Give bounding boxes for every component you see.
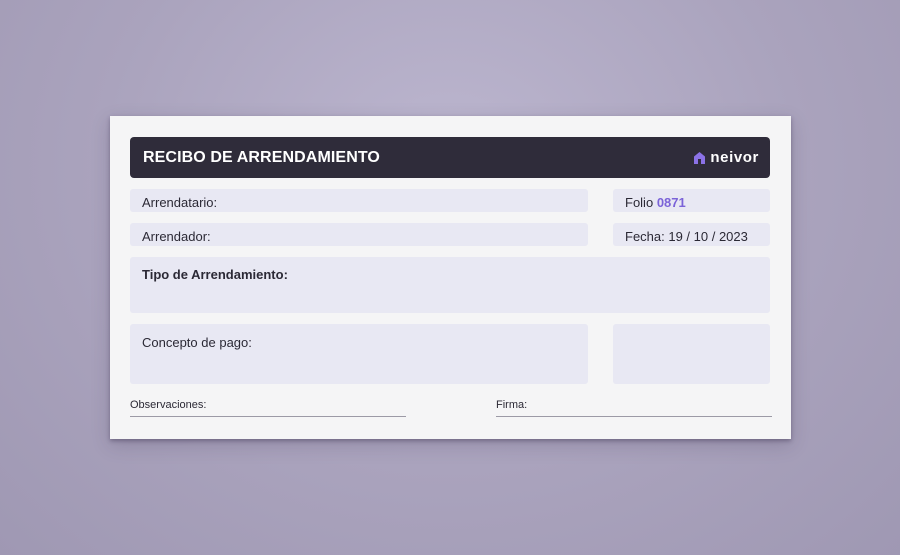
arrendatario-field[interactable]: Arrendatario: [130,189,588,212]
home-icon [694,151,706,164]
fecha-field: Fecha: 19 / 10 / 2023 [613,223,770,246]
firma-line[interactable] [496,416,772,417]
arrendatario-label: Arrendatario: [142,195,218,210]
folio-number: 0871 [656,195,686,210]
monto-field[interactable] [613,324,770,384]
observaciones-line[interactable] [130,416,406,417]
observaciones-label: Observaciones: [130,399,207,411]
arrendador-label: Arrendador: [142,229,211,244]
folio-field: Folio 0871 [613,189,770,212]
brand-logo: neivor [693,149,759,166]
fecha-text: Fecha: 19 / 10 / 2023 [625,229,748,244]
receipt-title: RECIBO DE ARRENDAMIENTO [143,149,380,166]
tipo-arrendamiento-label: Tipo de Arrendamiento: [142,267,288,282]
tipo-arrendamiento-field[interactable]: Tipo de Arrendamiento: [130,257,770,313]
concepto-pago-label: Concepto de pago: [142,335,252,350]
receipt-header: RECIBO DE ARRENDAMIENTO neivor [130,137,770,178]
rental-receipt: RECIBO DE ARRENDAMIENTO neivor Arrendata… [110,116,791,439]
concepto-pago-field[interactable]: Concepto de pago: [130,324,588,384]
folio-text: Folio 0871 [625,195,686,210]
folio-label: Folio [625,195,654,210]
firma-label: Firma: [496,399,528,411]
brand-name: neivor [710,149,759,166]
arrendador-field[interactable]: Arrendador: [130,223,588,246]
